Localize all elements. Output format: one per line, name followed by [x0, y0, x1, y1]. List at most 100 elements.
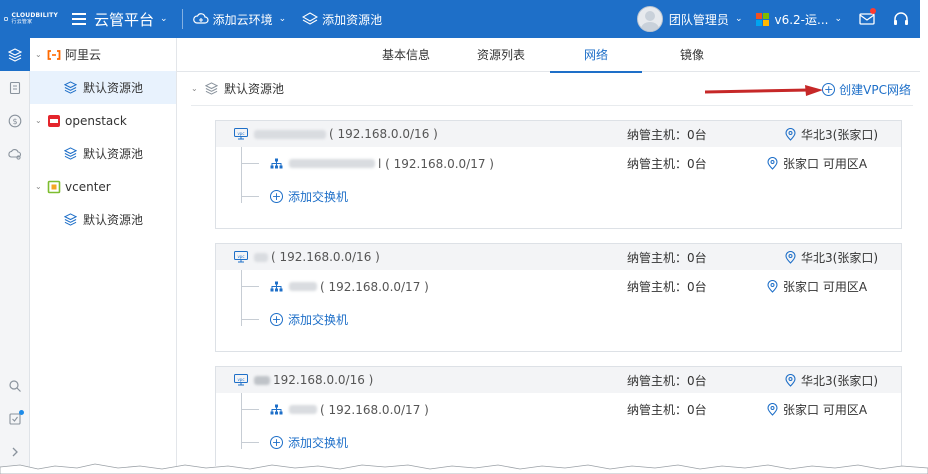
cloud-icon — [192, 13, 209, 24]
switch-row[interactable]: l ( 192.168.0.0/17 ) 纳管主机：0台 张家口 可用区A — [216, 147, 901, 180]
provider-name: openstack — [65, 113, 127, 128]
tree-provider-openstack[interactable]: ⌄ openstack — [30, 104, 176, 137]
plus-circle-icon: + — [270, 436, 283, 449]
chevron-down-icon[interactable]: ⌄ — [834, 14, 842, 24]
vpc-row[interactable]: vpc ( 192.168.0.0/16 ) 纳管主机：0台 华北3(张家口) — [216, 244, 901, 270]
vcenter-icon — [47, 180, 61, 194]
cloud-gear-icon — [8, 148, 22, 160]
page-edge — [920, 0, 928, 474]
layers-icon — [8, 47, 22, 62]
layers-icon — [205, 82, 218, 95]
location-icon — [785, 127, 796, 141]
chevron-right-icon — [12, 447, 18, 456]
chevron-down-icon[interactable]: ⌄ — [191, 84, 205, 93]
vpc-host-count: 纳管主机：0台 — [627, 373, 707, 388]
vpc-card: vpc ( 192.168.0.0/16 ) 纳管主机：0台 华北3(张家口) … — [215, 120, 902, 229]
vpc-region: 华北3(张家口) — [801, 127, 878, 142]
chevron-down-icon[interactable]: ⌄ — [735, 14, 743, 24]
plus-circle-icon: + — [822, 82, 836, 96]
switch-zone: 张家口 可用区A — [783, 280, 868, 294]
divider — [181, 9, 183, 29]
search-icon — [9, 379, 21, 392]
add-cloud-env-button[interactable]: 添加云环境 ⌄ — [192, 11, 287, 28]
add-switch-label: 添加交换机 — [288, 313, 349, 327]
rail-resources[interactable] — [0, 38, 30, 71]
team-role[interactable]: 团队管理员 — [669, 11, 729, 28]
avatar[interactable] — [636, 6, 663, 32]
chevron-down-icon[interactable]: ⌄ — [35, 182, 45, 191]
logo-subtext: 行云管家 — [11, 19, 33, 25]
vpc-name-redacted — [254, 252, 268, 262]
switch-row[interactable]: ( 192.168.0.0/17 ) 纳管主机：0台 张家口 可用区A — [216, 270, 901, 303]
provider-name: 阿里云 — [65, 48, 102, 62]
svg-text:$: $ — [12, 117, 17, 126]
add-pool-label: 添加资源池 — [322, 12, 383, 27]
rail-cloud-settings[interactable] — [0, 137, 30, 170]
tree-provider-aliyun[interactable]: ⌄ 阿里云 — [30, 38, 176, 71]
brand-logo[interactable]: CLOUDBILITY 行云管家 — [0, 0, 58, 38]
vpc-row[interactable]: vpc ( 192.168.0.0/16 ) 纳管主机：0台 华北3(张家口) — [216, 121, 901, 147]
menu-icon[interactable] — [72, 13, 86, 25]
rail-documents[interactable] — [0, 71, 30, 104]
location-icon — [785, 250, 796, 264]
logo-icon — [4, 17, 8, 21]
chevron-down-icon: ⌄ — [278, 14, 287, 24]
vpc-host-count: 纳管主机：0台 — [627, 250, 707, 265]
switch-host-count: 纳管主机：0台 — [627, 403, 707, 417]
location-icon — [767, 157, 778, 170]
tree-pool-openstack-default[interactable]: 默认资源池 — [30, 137, 176, 170]
add-switch-label: 添加交换机 — [288, 436, 349, 450]
plus-circle-icon: + — [270, 190, 283, 203]
pool-name: 默认资源池 — [83, 213, 144, 227]
layers-icon — [64, 147, 77, 160]
add-cloud-env-label: 添加云环境 — [212, 12, 273, 27]
vpc-card: vpc ( 192.168.0.0/16 ) 纳管主机：0台 华北3(张家口) … — [215, 243, 902, 352]
version-selector[interactable]: v6.2-运... — [774, 11, 828, 28]
tree-provider-vcenter[interactable]: ⌄ vcenter — [30, 170, 176, 203]
location-icon — [767, 280, 778, 293]
tab-resource-list[interactable]: 资源列表 — [462, 38, 540, 72]
rail-billing[interactable]: $ — [0, 104, 30, 137]
message-button[interactable] — [858, 8, 876, 28]
create-vpc-label: 创建VPC网络 — [839, 82, 911, 97]
svg-text:vpc: vpc — [237, 131, 244, 136]
tree-pool-aliyun-default[interactable]: 默认资源池 — [30, 71, 176, 104]
notification-dot — [870, 8, 876, 14]
dollar-icon: $ — [8, 114, 22, 127]
add-switch-button[interactable]: + 添加交换机 — [216, 303, 901, 336]
chevron-down-icon[interactable]: ⌄ — [35, 116, 45, 125]
document-icon — [9, 81, 21, 94]
torn-edge — [0, 463, 928, 474]
annotation-arrow — [705, 85, 823, 96]
windows-icon — [756, 12, 770, 26]
provider-tree: ⌄ 阿里云 默认资源池 ⌄ openstack 默认资源池 ⌄ vcenter … — [30, 38, 177, 468]
location-icon — [767, 403, 778, 416]
plus-circle-icon: + — [270, 313, 283, 326]
tab-basic-info[interactable]: 基本信息 — [367, 38, 445, 72]
vpc-row[interactable]: vpc 192.168.0.0/16 ) 纳管主机：0台 华北3(张家口) — [216, 367, 901, 393]
add-switch-button[interactable]: + 添加交换机 — [216, 180, 901, 213]
create-vpc-button[interactable]: + 创建VPC网络 — [822, 72, 911, 106]
switch-cidr: ( 192.168.0.0/17 ) — [320, 402, 429, 417]
layers-icon — [64, 81, 77, 94]
switch-icon — [270, 158, 283, 169]
vpc-region: 华北3(张家口) — [801, 250, 878, 265]
tab-network[interactable]: 网络 — [550, 38, 642, 73]
rail-search[interactable] — [0, 369, 30, 402]
add-pool-button[interactable]: 添加资源池 — [302, 11, 382, 28]
switch-row[interactable]: ( 192.168.0.0/17 ) 纳管主机：0台 张家口 可用区A — [216, 393, 901, 426]
svg-text:vpc: vpc — [237, 377, 244, 382]
add-switch-button[interactable]: + 添加交换机 — [216, 426, 901, 459]
rail-todo[interactable] — [0, 402, 30, 435]
chevron-down-icon[interactable]: ⌄ — [160, 14, 168, 24]
support-button[interactable] — [892, 10, 910, 28]
tab-images[interactable]: 镜像 — [653, 38, 731, 72]
platform-title[interactable]: 云管平台 — [94, 9, 154, 30]
tree-pool-vcenter-default[interactable]: 默认资源池 — [30, 203, 176, 236]
top-navigation-bar: CLOUDBILITY 行云管家 云管平台 ⌄ 添加云环境 ⌄ 添加资源池 团队… — [0, 0, 920, 38]
switch-zone: 张家口 可用区A — [783, 157, 868, 171]
chevron-down-icon[interactable]: ⌄ — [35, 50, 45, 59]
vpc-icon: vpc — [234, 128, 248, 140]
switch-host-count: 纳管主机：0台 — [627, 157, 707, 171]
switch-zone: 张家口 可用区A — [783, 403, 868, 417]
